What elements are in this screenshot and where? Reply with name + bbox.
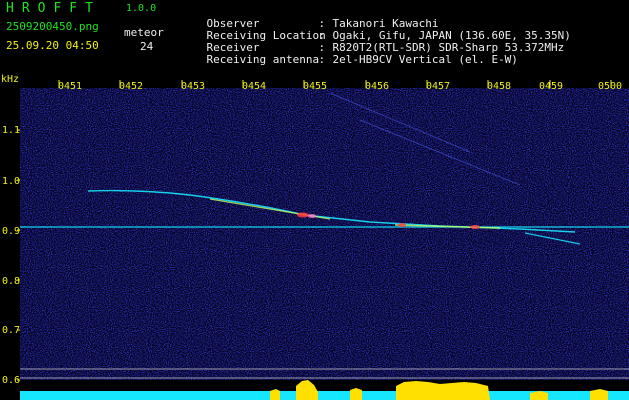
freq-tick-label: 0.8 [2,276,20,287]
freq-tick-label: 0.9 [2,226,20,237]
time-tick-label: 0457 [426,81,450,92]
time-tick-label: 0455 [303,81,327,92]
hrofft-window: HROFFT 1.0.0 2509200450.png 25.09.20 04:… [0,0,629,400]
time-tick-label: 0458 [487,81,511,92]
time-tick-label: 0454 [242,81,266,92]
time-tick-label: 0451 [58,81,82,92]
time-tick-label: 0452 [119,81,143,92]
spectrogram: kHz 0451 0452 0453 0454 0455 0456 0457 0… [1,74,629,400]
time-tick-label: 0459 [539,81,563,92]
freq-tick-label: 1.0 [2,176,20,187]
time-tick-label: 0500 [598,81,622,92]
axis-unit-label: kHz [1,74,19,85]
freq-tick-labels: 1.1 1.0 0.9 0.8 0.7 0.6 [2,125,20,386]
time-tick-label: 0453 [181,81,205,92]
activity-bar [20,380,629,400]
freq-ticks [17,129,20,381]
noise-field [20,88,629,380]
time-tick-label: 0456 [365,81,389,92]
